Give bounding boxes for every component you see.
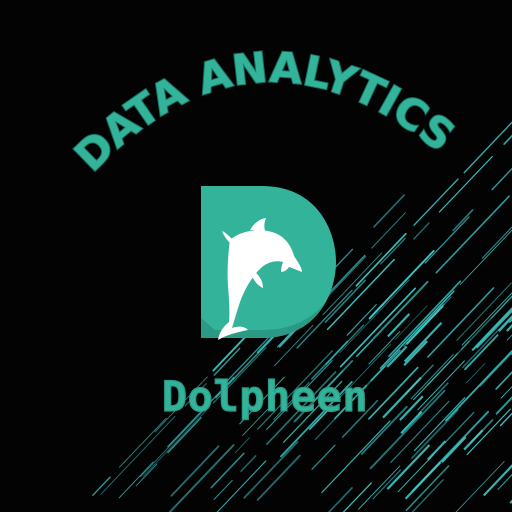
logo-canvas: DATA ANALYTICS Dolpheen — [0, 0, 512, 512]
brand-name: Dolpheen — [162, 372, 368, 421]
